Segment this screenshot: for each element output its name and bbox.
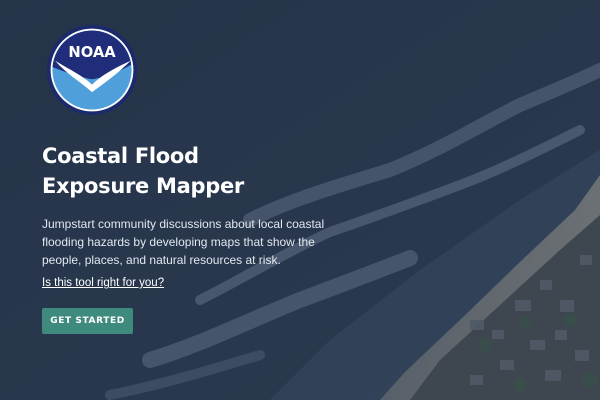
page-title: Coastal Flood Exposure Mapper: [42, 144, 244, 198]
landing-page: NOAA Coastal Flood Exposure Mapper Jumps…: [0, 0, 600, 400]
noaa-logo-icon: NOAA: [46, 24, 138, 116]
page-description: Jumpstart community discussions about lo…: [42, 217, 325, 267]
hero-content: NOAA Coastal Flood Exposure Mapper Jumps…: [42, 24, 332, 334]
logo-text: NOAA: [68, 44, 116, 61]
tool-fit-link[interactable]: Is this tool right for you?: [42, 277, 164, 289]
get-started-button[interactable]: GET STARTED: [42, 308, 133, 334]
